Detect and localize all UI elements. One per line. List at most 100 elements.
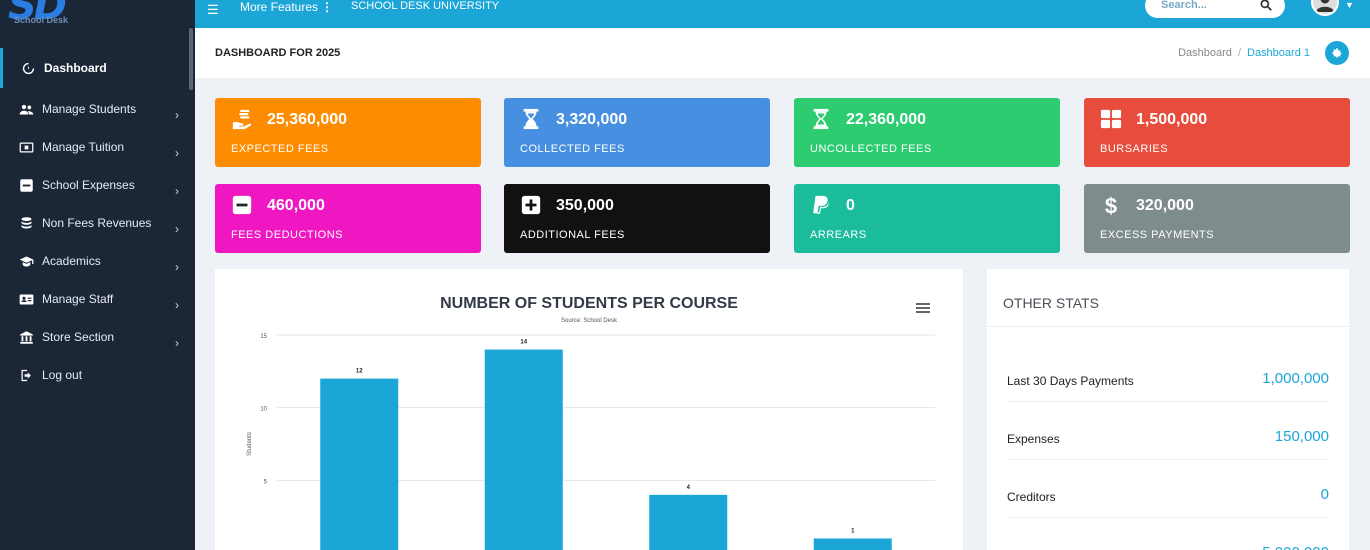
sidebar-item-school-expenses[interactable]: School Expenses › (0, 166, 195, 204)
other-stat-value: 0 (1320, 486, 1329, 503)
dashboard-icon (20, 60, 36, 76)
chart-bar[interactable] (484, 349, 563, 550)
chart-panel: 5 10 15 Students 12 14 4 1 NUMBER OF STUDENTS P… (215, 269, 963, 550)
grid-icon (1100, 108, 1122, 130)
other-stat-value: 1,000,000 (1262, 370, 1329, 387)
sidebar-item-label: School Expenses (42, 178, 135, 192)
topbar: ☰ More Features ⋮ SCHOOL DESK UNIVERSITY… (195, 0, 1370, 28)
money-icon (18, 139, 34, 155)
stat-card-label: ADDITIONAL FEES (520, 229, 625, 241)
logo[interactable]: SD School Desk (8, 0, 108, 30)
chart-bar[interactable] (320, 378, 399, 550)
minus-square-icon (231, 194, 253, 216)
sidebar-item-non-fees-revenues[interactable]: Non Fees Revenues › (0, 204, 195, 242)
sidebar-nav: Dashboard Manage Students › Manage Tuition ›… (0, 48, 195, 394)
search-icon[interactable] (1259, 0, 1273, 12)
stat-card-value: 22,360,000 (846, 111, 927, 128)
logout-icon (18, 367, 34, 383)
sidebar-item-manage-staff[interactable]: Manage Staff › (0, 280, 195, 318)
chevron-right-icon: › (175, 146, 179, 160)
chevron-right-icon: › (175, 336, 179, 350)
other-stat-label: Last 30 Days Payments (1007, 374, 1134, 388)
avatar[interactable] (1311, 0, 1339, 16)
sidebar-item-label: Log out (42, 368, 83, 382)
bar-data-label: 14 (520, 340, 527, 346)
avatar-caret-icon[interactable]: ▼ (1345, 0, 1354, 10)
chevron-right-icon: › (175, 260, 179, 274)
chart-menu-icon[interactable] (915, 301, 931, 315)
sidebar-item-label: Non Fees Revenues (42, 216, 152, 230)
gear-icon (1332, 48, 1342, 58)
stat-card-label: FEES DEDUCTIONS (231, 229, 344, 241)
sidebar-item-label: Dashboard (44, 61, 107, 75)
other-stat-value: 5,000,000 (1262, 544, 1329, 550)
page-title: DASHBOARD FOR 2025 (215, 47, 341, 59)
stat-card-bursaries[interactable]: 1,500,000 BURSARIES (1084, 98, 1350, 167)
breadcrumb-dashboard[interactable]: Dashboard (1178, 47, 1232, 59)
sidebar-item-label: Manage Staff (42, 292, 114, 306)
y-tick-label: 15 (260, 334, 267, 340)
other-stat-label: Expenses (1007, 432, 1060, 446)
stat-card-value: 3,320,000 (556, 111, 628, 128)
stat-card-label: EXPECTED FEES (231, 143, 329, 155)
more-features-dots-icon[interactable]: ⋮ (321, 0, 333, 14)
other-stat-row: Expenses 150,000 (1007, 402, 1329, 460)
more-features-link[interactable]: More Features (240, 0, 318, 14)
users-icon (18, 101, 34, 117)
stat-card-label: BURSARIES (1100, 143, 1169, 155)
sidebar-item-academics[interactable]: Academics › (0, 242, 195, 280)
database-icon (18, 215, 34, 231)
settings-button[interactable] (1325, 41, 1349, 65)
stat-card-value: 25,360,000 (267, 111, 348, 128)
sidebar-item-manage-tuition[interactable]: Manage Tuition › (0, 128, 195, 166)
search-box (1145, 0, 1285, 18)
sidebar-item-log-out[interactable]: Log out (0, 356, 195, 394)
chevron-right-icon: › (175, 222, 179, 236)
other-stats-header: OTHER STATS (987, 269, 1349, 327)
other-stats-title: OTHER STATS (1003, 295, 1099, 311)
stat-card-excess-payments[interactable]: $320,000 EXCESS PAYMENTS (1084, 184, 1350, 253)
sidebar-item-store-section[interactable]: Store Section › (0, 318, 195, 356)
chart-bar[interactable] (649, 494, 728, 550)
id-card-icon (18, 291, 34, 307)
stat-card-fees-deductions[interactable]: 460,000 FEES DEDUCTIONS (215, 184, 481, 253)
sidebar-item-dashboard[interactable]: Dashboard (0, 48, 195, 88)
search-input[interactable] (1161, 0, 1251, 11)
sidebar-item-label: Manage Students (42, 102, 137, 116)
menu-toggle-icon[interactable]: ☰ (207, 2, 219, 18)
hourglass-end-icon (810, 108, 832, 130)
stat-card-collected-fees[interactable]: 3,320,000 COLLECTED FEES (504, 98, 770, 167)
stat-card-label: ARREARS (810, 229, 867, 241)
y-axis-label: Students (247, 432, 253, 456)
other-stat-label: Creditors (1007, 490, 1056, 504)
bar-data-label: 1 (851, 528, 855, 534)
breadcrumb-current: Dashboard 1 (1247, 47, 1310, 59)
chart-bar[interactable] (813, 538, 892, 550)
stat-card-value: 350,000 (556, 197, 614, 214)
sidebar: SD School Desk Dashboard Manage Students ›… (0, 0, 195, 550)
stat-card-uncollected-fees[interactable]: 22,360,000 UNCOLLECTED FEES (794, 98, 1060, 167)
stat-card-expected-fees[interactable]: 25,360,000 EXPECTED FEES (215, 98, 481, 167)
stat-card-label: EXCESS PAYMENTS (1100, 229, 1215, 241)
stat-card-label: UNCOLLECTED FEES (810, 143, 932, 155)
other-stat-row: Other Revenues5,000,000 (1007, 518, 1329, 550)
sidebar-item-manage-students[interactable]: Manage Students › (0, 90, 195, 128)
svg-text:$: $ (1105, 194, 1117, 216)
user-avatar-icon (1313, 0, 1337, 14)
sidebar-item-label: Store Section (42, 330, 115, 344)
other-stat-row: Last 30 Days Payments 1,000,000 (1007, 344, 1329, 402)
sidebar-item-label: Manage Tuition (42, 140, 125, 154)
other-stats-panel: OTHER STATS Last 30 Days Payments 1,000,0… (987, 269, 1349, 550)
stat-card-value: 460,000 (267, 197, 325, 214)
stat-card-additional-fees[interactable]: 350,000 ADDITIONAL FEES (504, 184, 770, 253)
breadcrumb: Dashboard / Dashboard 1 (1178, 47, 1310, 59)
chevron-right-icon: › (175, 108, 179, 122)
minus-square-icon (18, 177, 34, 193)
stat-card-arrears[interactable]: 0 ARREARS (794, 184, 1060, 253)
other-stat-value: 150,000 (1274, 428, 1329, 445)
dollar-icon: $ (1100, 193, 1122, 218)
logo-text: School Desk (14, 15, 69, 25)
university-name: SCHOOL DESK UNIVERSITY (351, 0, 500, 12)
y-tick-label: 5 (264, 479, 268, 485)
stat-card-value: 1,500,000 (1136, 111, 1208, 128)
